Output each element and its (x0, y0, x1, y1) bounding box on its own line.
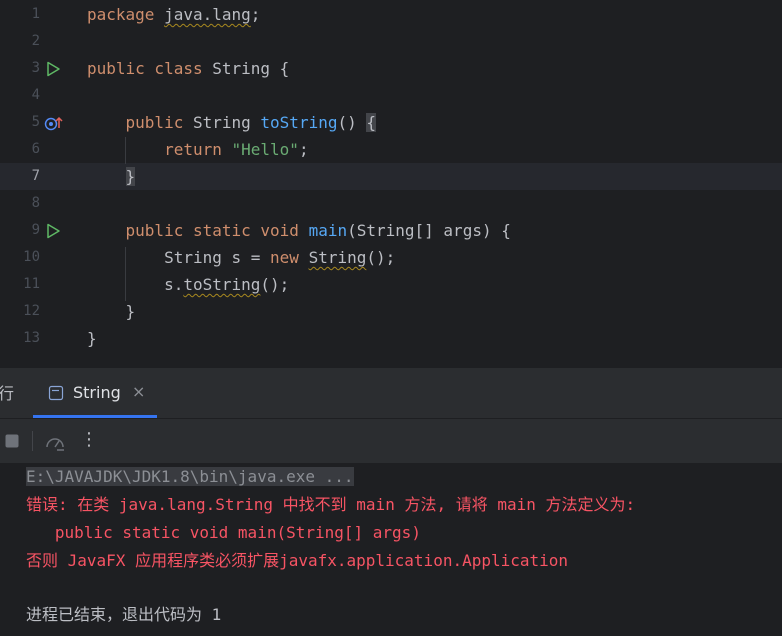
code-token: } (125, 167, 136, 186)
code-line[interactable]: 8 (0, 190, 782, 217)
code-token: toString (183, 275, 261, 294)
code-token: String { (212, 59, 290, 78)
code-line[interactable]: 5 public String toString() { (0, 109, 782, 136)
code-line[interactable]: 4 (0, 82, 782, 109)
line-number[interactable]: 4 (0, 82, 40, 109)
code-token: new (270, 248, 309, 267)
run-gutter-icon[interactable] (44, 222, 62, 240)
console-command[interactable]: E:\JAVAJDK\JDK1.8\bin\java.exe ... (26, 467, 354, 486)
close-tab-icon[interactable]: × (132, 382, 145, 401)
speedometer-icon[interactable] (44, 432, 66, 452)
line-number[interactable]: 2 (0, 28, 40, 55)
code-text: package java.lang; (87, 1, 260, 28)
line-number[interactable]: 13 (0, 325, 40, 352)
code-text: public static void main(String[] args) { (87, 217, 511, 244)
code-token: toString (260, 113, 338, 132)
console-command-line: E:\JAVAJDK\JDK1.8\bin\java.exe ... (26, 463, 354, 491)
code-text: s.toString(); (87, 271, 289, 298)
run-panel-title-fragment: 行 (0, 384, 15, 403)
code-text: public String toString() { (87, 109, 377, 136)
code-token: return (87, 140, 232, 159)
code-line[interactable]: 9 public static void main(String[] args)… (0, 217, 782, 244)
code-token: ; (298, 140, 309, 159)
tab-selected-indicator (33, 415, 157, 418)
code-token: public (87, 113, 193, 132)
code-line[interactable]: 7 } (0, 163, 782, 190)
console-output[interactable]: E:\JAVAJDK\JDK1.8\bin\java.exe ... 错误: 在… (0, 463, 782, 636)
toolbar-separator (32, 431, 33, 451)
line-number[interactable]: 10 (0, 244, 40, 271)
stop-icon[interactable] (4, 433, 20, 449)
code-token: package (87, 5, 165, 24)
run-tool-window-tabs: 行 String × (0, 368, 782, 419)
code-text: public class String { (87, 55, 289, 82)
run-gutter-icon[interactable] (44, 60, 62, 78)
code-text: } (87, 298, 136, 325)
indent-guide (125, 137, 126, 164)
code-text: } (87, 325, 97, 352)
code-text: String s = new String(); (87, 244, 395, 271)
code-token: (); (260, 275, 290, 294)
console-error-line: public static void main(String[] args) (26, 523, 421, 542)
code-token: () (337, 113, 367, 132)
line-number[interactable]: 3 (0, 55, 40, 82)
code-token: (); (366, 248, 396, 267)
console-error-line: 否则 JavaFX 应用程序类必须扩展javafx.application.Ap… (26, 551, 569, 570)
code-token: java.lang (164, 5, 251, 24)
line-number[interactable]: 8 (0, 190, 40, 217)
tab-string-run[interactable]: String × (33, 368, 157, 418)
code-line[interactable]: 1 package java.lang; (0, 1, 782, 28)
code-token: String s = (87, 248, 271, 267)
code-token: String (192, 113, 261, 132)
tab-label: String (73, 383, 121, 402)
code-token: ; (250, 5, 261, 24)
more-options-icon[interactable]: ⋮ (80, 429, 98, 450)
line-number[interactable]: 11 (0, 271, 40, 298)
code-token: } (87, 302, 136, 321)
code-text: } (87, 163, 136, 190)
code-line[interactable]: 12 } (0, 298, 782, 325)
console-error-line: 错误: 在类 java.lang.String 中找不到 main 方法, 请将… (26, 495, 636, 514)
code-token: (String[] args) { (347, 221, 511, 240)
code-token: main (308, 221, 348, 240)
code-line[interactable]: 11 s.toString(); (0, 271, 782, 298)
line-number[interactable]: 1 (0, 1, 40, 28)
line-number[interactable]: 6 (0, 136, 40, 163)
line-number[interactable]: 12 (0, 298, 40, 325)
code-line[interactable]: 13} (0, 325, 782, 352)
code-token: "Hello" (231, 140, 299, 159)
code-line[interactable]: 3 public class String { (0, 55, 782, 82)
code-token: s. (87, 275, 184, 294)
override-gutter-icon[interactable] (44, 114, 63, 132)
console-icon (48, 385, 64, 401)
line-number[interactable]: 5 (0, 109, 40, 136)
code-line[interactable]: 10 String s = new String(); (0, 244, 782, 271)
indent-guide (125, 247, 126, 301)
line-number[interactable]: 9 (0, 217, 40, 244)
line-number[interactable]: 7 (0, 163, 40, 190)
console-exit-line: 进程已结束，退出代码为 1 (26, 605, 222, 624)
code-text: return "Hello"; (87, 136, 309, 163)
code-line[interactable]: 2 (0, 28, 782, 55)
run-toolbar: ⋮ (0, 419, 782, 463)
code-editor[interactable]: 1 package java.lang; 2 3 public class String… (0, 0, 782, 368)
code-token: String (308, 248, 367, 267)
code-token: public static void (87, 221, 309, 240)
code-token: { (366, 113, 377, 132)
code-token: public class (87, 59, 213, 78)
code-line[interactable]: 6 return "Hello"; (0, 136, 782, 163)
code-token: } (87, 329, 97, 348)
